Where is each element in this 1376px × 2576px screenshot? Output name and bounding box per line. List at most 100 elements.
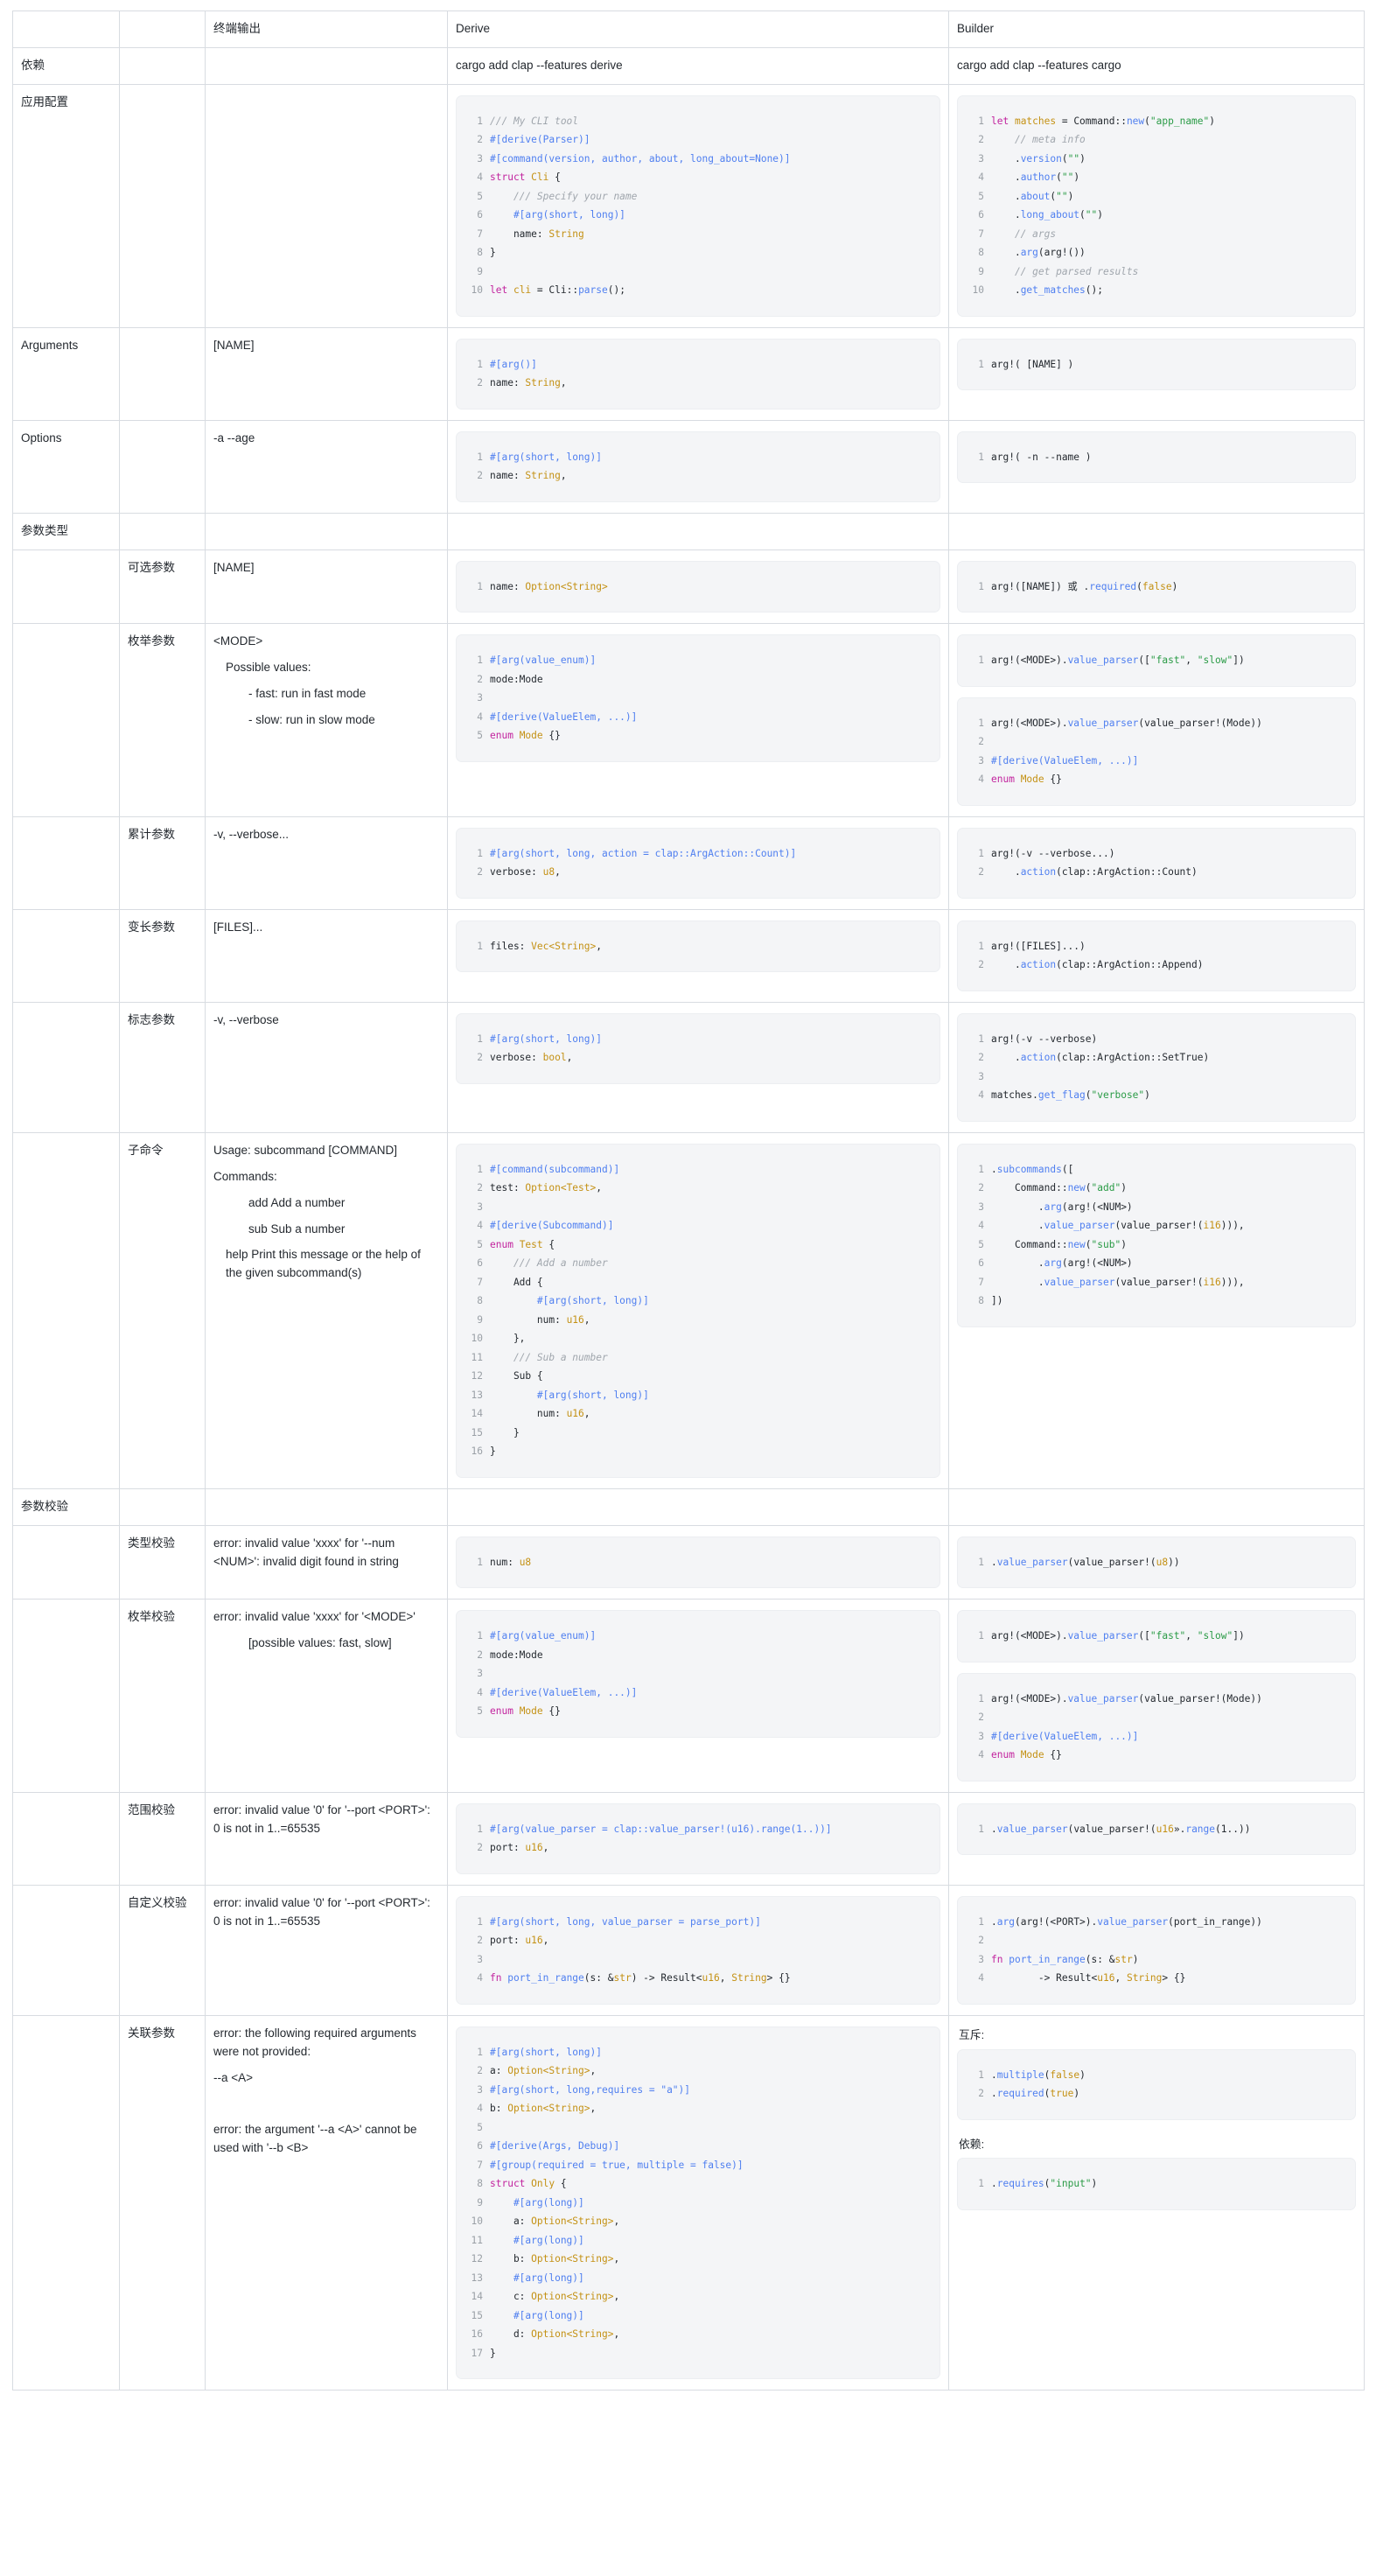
code-line: 11 /// Sub a number <box>465 1348 929 1368</box>
builder-cell: 1 .value_parser(value_parser!(u8)) <box>948 1524 1365 1600</box>
code-line: 12 Sub { <box>465 1367 929 1386</box>
code-token: . <box>991 1200 1044 1213</box>
code-line: 10 let cli = Cli::parse(); <box>465 281 929 300</box>
line-number: 3 <box>978 1953 984 1965</box>
line-number: 2 <box>477 1052 483 1064</box>
code-token: , <box>590 2065 597 2077</box>
line-number: 1 <box>978 940 984 952</box>
code-line: 3 .version("") <box>967 150 1345 169</box>
code-token: arg!(-v --verbose) <box>991 1032 1098 1045</box>
code-token: . <box>991 1276 1044 1288</box>
code-token: required <box>1089 580 1137 592</box>
code-line: 1 arg!( -n --name ) <box>967 448 1345 467</box>
terminal-output-cell: error: invalid value '0' for '--port <PO… <box>205 1791 448 1886</box>
subcategory-label <box>119 512 206 550</box>
line-number: 4 <box>477 2103 483 2115</box>
line-number: 4 <box>477 172 483 184</box>
code-token: . <box>991 2068 997 2081</box>
line-number: 2 <box>477 1842 483 1854</box>
line-number: 7 <box>477 228 483 240</box>
code-line: 14 c: Option<String>, <box>465 2287 929 2306</box>
code-token: {} <box>1044 774 1062 786</box>
code-line: 1 /// My CLI tool <box>465 112 929 131</box>
terminal-line: -a --age <box>213 430 255 444</box>
line-number: 1 <box>477 1032 483 1045</box>
derive-cell: 1 #[arg(value_parser = clap::value_parser… <box>447 1791 949 1886</box>
line-number: 9 <box>477 1313 483 1326</box>
builder-code-block-alt: 1 .requires("input") <box>957 2158 1356 2210</box>
terminal-output-cell: [NAME] <box>205 326 448 421</box>
line-number: 5 <box>477 2121 483 2133</box>
code-token: (value_parser!( <box>1067 1823 1156 1835</box>
code-token: #[derive(ValueElem, ...)] <box>991 754 1139 766</box>
line-number: 3 <box>978 754 984 766</box>
builder-cell: 1 arg!([FILES]...) 2 .action(clap::ArgActi… <box>948 908 1365 1003</box>
code-line: 1 arg!(<MODE>).value_parser(["fast", "slo… <box>967 1627 1345 1646</box>
code-token: #[command(subcommand)] <box>490 1163 620 1175</box>
row-custom-validation: 自定义校验 error: invalid value '0' for '--por… <box>12 1884 1365 2016</box>
builder-cell: 1 .value_parser(value_parser!(u16».range(… <box>948 1791 1365 1886</box>
code-token: ( <box>1079 209 1086 221</box>
line-number: 2 <box>477 1648 483 1661</box>
code-token: Option<Test> <box>525 1182 597 1194</box>
code-token: files: <box>490 940 532 952</box>
builder-cell: cargo add clap --features cargo <box>948 46 1365 85</box>
row-flag-arg: 标志参数 -v, --verbose 1 #[arg(short, long)] 2 ve… <box>12 1001 1365 1133</box>
code-line: 4 #[derive(ValueElem, ...)] <box>465 1684 929 1703</box>
code-line: 2 test: Option<Test>, <box>465 1179 929 1198</box>
builder-code-block: 1 arg!([NAME]) 或 .required(false) <box>957 560 1356 613</box>
line-number: 4 <box>978 1089 984 1102</box>
code-token: ( <box>1061 152 1068 164</box>
code-token: ( <box>1136 580 1142 592</box>
code-line: 1 .value_parser(value_parser!(u8)) <box>967 1553 1345 1572</box>
subcategory-label: 累计参数 <box>119 816 206 910</box>
code-token: #[command(version, author, about, long_a… <box>490 152 791 164</box>
header-col-category <box>12 10 120 48</box>
line-number: 2 <box>978 959 984 971</box>
derive-code-block: 1 #[arg(short, long, action = clap::ArgAc… <box>456 827 940 899</box>
line-number: 1 <box>978 1630 984 1642</box>
line-number: 1 <box>477 2046 483 2058</box>
code-token: /// Specify your name <box>490 190 638 202</box>
line-number: 12 <box>471 2253 483 2265</box>
builder-cell: 互斥: 1 .multiple(false) 2 .required(true) 依赖: 1… <box>948 2014 1365 2391</box>
code-token: test: <box>490 1182 526 1194</box>
category-label <box>12 1599 120 1793</box>
code-token: u16 <box>525 1842 543 1854</box>
code-line: 1 num: u8 <box>465 1553 929 1572</box>
code-token: . <box>991 247 1021 259</box>
code-line: 1 files: Vec<String>, <box>465 937 929 956</box>
code-token: {} <box>542 730 561 742</box>
code-line: 2 #[derive(Parser)] <box>465 130 929 150</box>
code-token: #[arg(long)] <box>490 2196 584 2208</box>
line-number: 3 <box>978 1070 984 1082</box>
code-token: . <box>991 172 1021 184</box>
code-token: u16 <box>566 1313 584 1326</box>
derive-code-block: 1 #[arg(short, long, value_parser = parse… <box>456 1895 940 2005</box>
line-number: 1 <box>477 580 483 592</box>
line-number: 1 <box>978 451 984 463</box>
code-line: 10 .get_matches(); <box>967 281 1345 300</box>
code-token: , <box>555 866 561 878</box>
code-token: mode:Mode <box>490 1648 543 1661</box>
line-number: 13 <box>471 1389 483 1401</box>
code-token: #[derive(ValueElem, ...)] <box>490 710 638 723</box>
code-token: port: <box>490 1842 526 1854</box>
code-token: ) <box>1132 1953 1139 1965</box>
code-token: #[arg(short, long)] <box>490 451 602 463</box>
code-token: (value_parser!( <box>1114 1220 1204 1232</box>
code-token: port: <box>490 1935 526 1947</box>
derive-cell: 1 #[arg(short, long, action = clap::ArgAc… <box>447 816 949 910</box>
code-token: i16 <box>1203 1276 1221 1288</box>
category-label <box>12 908 120 1003</box>
code-line: 3 #[derive(ValueElem, ...)] <box>967 752 1345 771</box>
code-token: String <box>1126 1972 1163 1984</box>
code-line: 1 arg!(<MODE>).value_parser(["fast", "slo… <box>967 651 1345 670</box>
terminal-line: error: invalid value 'xxxx' for '<MODE>' <box>213 1610 416 1624</box>
code-token: #[derive(ValueElem, ...)] <box>991 1730 1139 1742</box>
code-line: 1 .arg(arg!(<PORT>).value_parser(port_in_… <box>967 1913 1345 1932</box>
line-number: 16 <box>471 1446 483 1458</box>
code-token: ( <box>1085 1089 1092 1102</box>
code-token: ([ <box>1138 654 1150 667</box>
line-number: 2 <box>978 2088 984 2100</box>
